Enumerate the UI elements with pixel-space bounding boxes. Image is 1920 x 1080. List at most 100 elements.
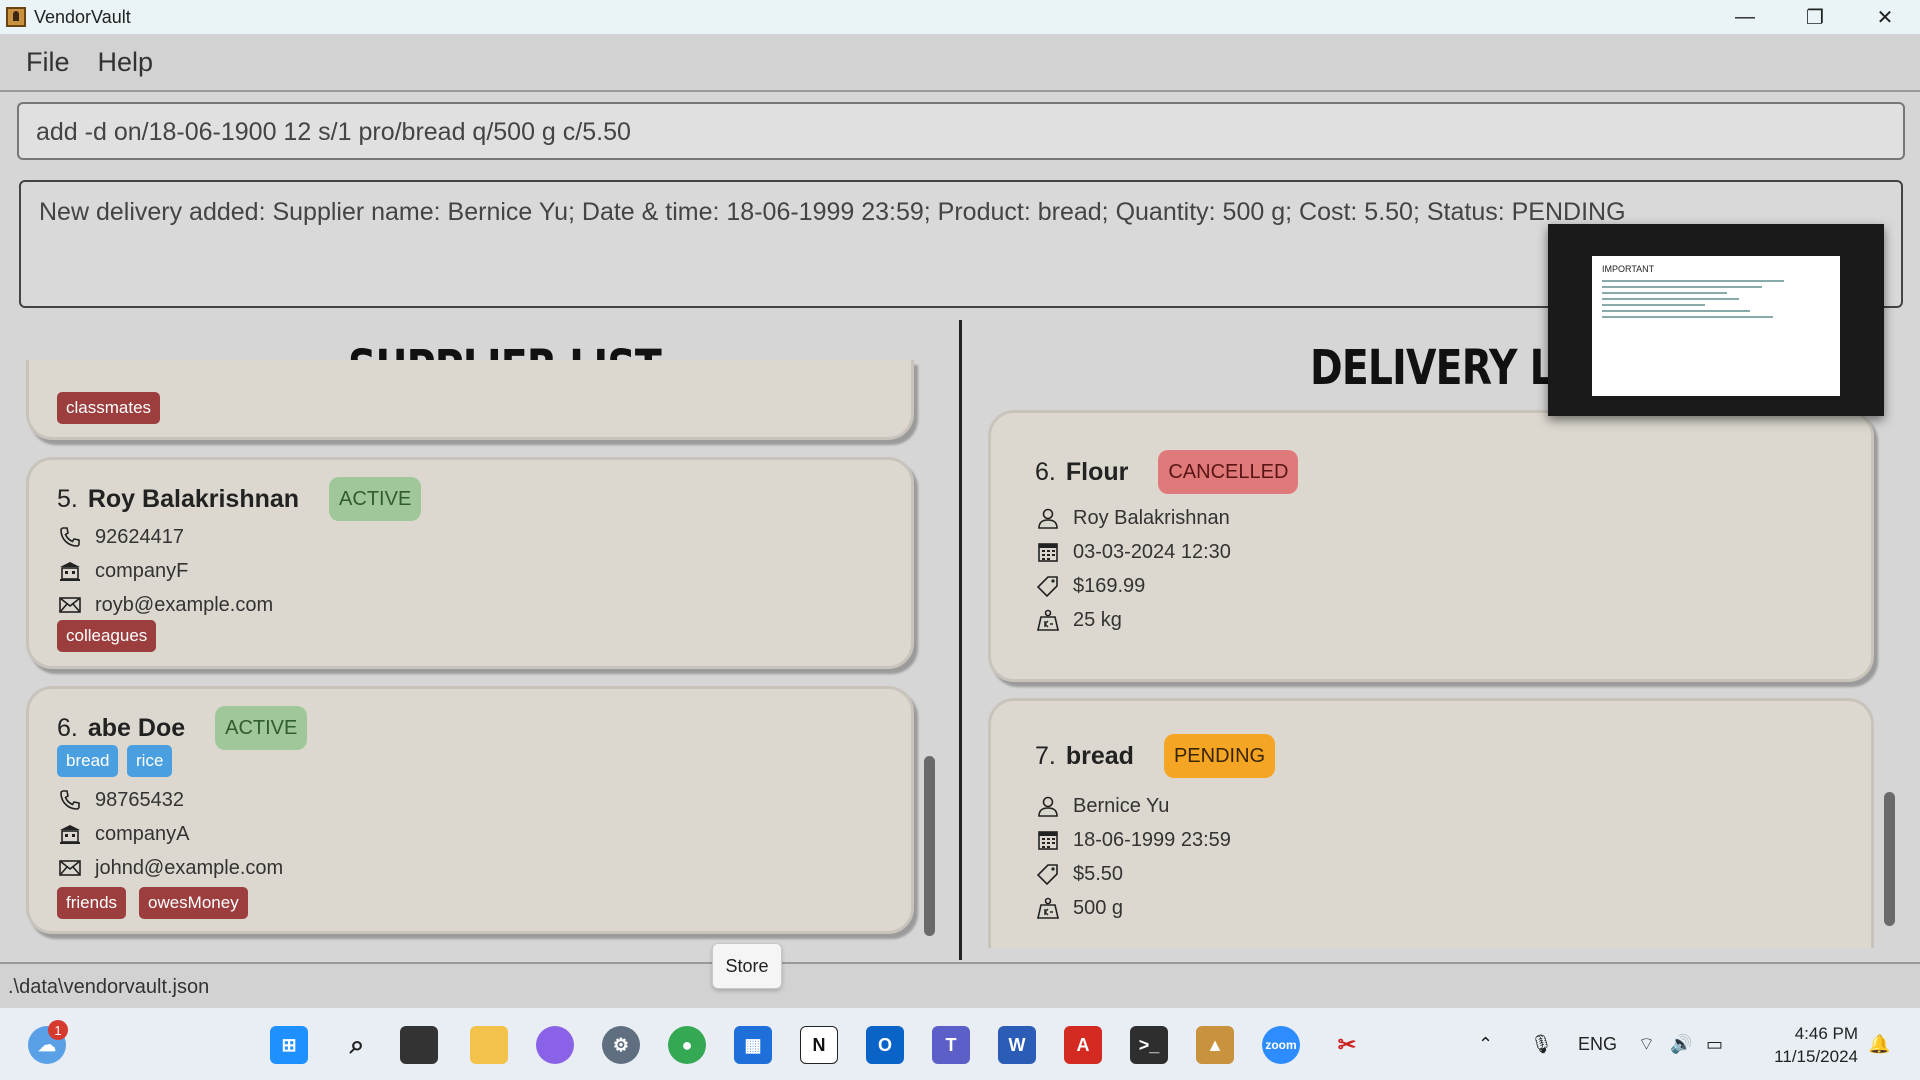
delivery-supplier: Bernice Yu xyxy=(1073,794,1170,817)
outlook-icon[interactable]: O xyxy=(866,1026,904,1064)
weight-icon xyxy=(1035,607,1061,633)
datetime-row: 18-06-1999 23:59 xyxy=(1035,827,1231,853)
supplier-name: abe Doe xyxy=(87,713,186,742)
cost-row: $5.50 xyxy=(1035,861,1123,887)
email-row: johnd@example.com xyxy=(57,855,283,881)
app-icon xyxy=(6,7,26,27)
menu-help[interactable]: Help xyxy=(98,47,154,78)
company-name: companyA xyxy=(95,822,190,845)
phone-icon xyxy=(57,787,83,813)
system-clock[interactable]: 4:46 PM 11/15/2024 xyxy=(1774,1022,1858,1068)
supplier-card[interactable]: 5. Roy Balakrishnan ACTIVE 92624417 comp… xyxy=(26,457,914,669)
battery-icon[interactable]: ▭ xyxy=(1706,1008,1723,1080)
envelope-icon xyxy=(57,855,83,881)
acrobat-icon[interactable]: A xyxy=(1064,1026,1102,1064)
product-tag: rice xyxy=(127,745,173,777)
snipping-tool-icon[interactable]: ✂ xyxy=(1328,1026,1366,1064)
volume-icon[interactable]: 🔊 xyxy=(1670,1008,1692,1080)
notion-icon[interactable]: N xyxy=(800,1026,838,1064)
zoom-icon[interactable]: zoom xyxy=(1262,1026,1300,1064)
weather-notification-badge: 1 xyxy=(48,1020,68,1040)
tag-badge: friends xyxy=(57,887,127,919)
calendar-icon xyxy=(1035,827,1061,853)
company-row: companyF xyxy=(57,558,188,584)
delivery-scrollbar[interactable] xyxy=(1884,792,1895,926)
tag-badge: owesMoney xyxy=(139,887,248,919)
tag-badge: colleagues xyxy=(57,620,157,652)
building-icon xyxy=(57,558,83,584)
close-button[interactable]: ✕ xyxy=(1850,0,1920,34)
email-address: royb@example.com xyxy=(95,593,274,616)
price-tag-icon xyxy=(1035,573,1061,599)
phone-icon xyxy=(57,524,83,550)
panel-divider xyxy=(959,320,962,960)
window-thumbnail-preview[interactable]: IMPORTANT xyxy=(1548,224,1884,416)
wifi-icon[interactable]: ⌔ xyxy=(1638,1008,1655,1080)
status-bar: .\data\vendorvault.json xyxy=(0,962,1920,1008)
person-icon xyxy=(1035,505,1061,531)
teams-icon[interactable]: T xyxy=(932,1026,970,1064)
window-title: VendorVault xyxy=(34,6,131,27)
supplier-scrollbar[interactable] xyxy=(924,756,935,936)
supplier-index: 5. xyxy=(57,484,78,513)
supplier-row: Bernice Yu xyxy=(1035,793,1169,819)
phone-row: 98765432 xyxy=(57,787,184,813)
command-input[interactable]: add -d on/18-06-1900 12 s/1 pro/bread q/… xyxy=(17,102,1905,160)
settings-icon[interactable]: ⚙ xyxy=(602,1026,640,1064)
store-icon[interactable]: ▦ xyxy=(734,1026,772,1064)
thumbnail-title: IMPORTANT xyxy=(1602,264,1655,274)
delivery-quantity: 25 kg xyxy=(1073,608,1122,631)
clock-time: 4:46 PM xyxy=(1794,1024,1858,1043)
delivery-index: 7. xyxy=(1035,741,1056,770)
store-tooltip: Store xyxy=(712,943,782,989)
tag-badge: classmates xyxy=(57,392,161,424)
delivery-card[interactable]: 7. bread PENDING Bernice Yu 18-06-1999 2… xyxy=(988,698,1874,948)
supplier-row: Roy Balakrishnan xyxy=(1035,505,1230,531)
building-icon xyxy=(57,821,83,847)
person-icon xyxy=(1035,793,1061,819)
maximize-button[interactable]: ❐ xyxy=(1780,0,1850,34)
supplier-index: 6. xyxy=(57,713,78,742)
supplier-card[interactable]: 6. abe Doe ACTIVE bread rice 98765432 co… xyxy=(26,686,914,934)
menu-file[interactable]: File xyxy=(26,47,70,78)
delivery-quantity: 500 g xyxy=(1073,896,1124,919)
task-view-icon[interactable] xyxy=(400,1026,438,1064)
chrome-icon[interactable]: ● xyxy=(668,1026,706,1064)
company-row: companyA xyxy=(57,821,190,847)
delivery-product: Flour xyxy=(1065,457,1129,486)
minimize-button[interactable]: — xyxy=(1710,0,1780,34)
calendar-icon xyxy=(1035,539,1061,565)
delivery-datetime: 18-06-1999 23:59 xyxy=(1073,828,1231,851)
delivery-card[interactable]: 6. Flour CANCELLED Roy Balakrishnan 03-0… xyxy=(988,410,1874,682)
phone-number: 92624417 xyxy=(95,525,184,548)
copilot-icon[interactable] xyxy=(536,1026,574,1064)
company-name: companyF xyxy=(95,559,189,582)
product-tag: bread xyxy=(57,745,119,777)
clock-date: 11/15/2024 xyxy=(1774,1047,1858,1066)
delivery-datetime: 03-03-2024 12:30 xyxy=(1073,540,1231,563)
supplier-card[interactable]: classmates xyxy=(26,360,914,440)
status-badge: ACTIVE xyxy=(329,477,422,521)
quantity-row: 500 g xyxy=(1035,895,1123,921)
title-bar: VendorVault — ❐ ✕ xyxy=(0,0,1920,34)
notification-bell-icon[interactable]: 🔔 xyxy=(1868,1008,1890,1080)
envelope-icon xyxy=(57,592,83,618)
microphone-icon[interactable]: 🎙 xyxy=(1530,1008,1553,1080)
language-indicator[interactable]: ENG xyxy=(1578,1008,1617,1080)
show-hidden-icons[interactable]: ⌃ xyxy=(1478,1008,1493,1080)
phone-row: 92624417 xyxy=(57,524,184,550)
menu-bar: File Help xyxy=(0,34,1920,92)
delivery-cost: $5.50 xyxy=(1073,862,1124,885)
word-icon[interactable]: W xyxy=(998,1026,1036,1064)
vendorvault-icon[interactable]: ▲ xyxy=(1196,1026,1234,1064)
start-icon[interactable]: ⊞ xyxy=(270,1026,308,1064)
taskbar: ☁ ⊞ ⌕ ⚙ ● ▦ N O T W A >_ ▲ zoom ✂ ⌃ 🎙 EN… xyxy=(0,1008,1920,1080)
search-icon[interactable]: ⌕ xyxy=(338,1026,376,1064)
save-file-path: .\data\vendorvault.json xyxy=(8,976,210,998)
thumbnail-slide: IMPORTANT xyxy=(1592,256,1840,396)
window-controls: — ❐ ✕ xyxy=(1710,0,1920,34)
file-explorer-icon[interactable] xyxy=(470,1026,508,1064)
terminal-icon[interactable]: >_ xyxy=(1130,1026,1168,1064)
delivery-supplier: Roy Balakrishnan xyxy=(1073,506,1230,529)
status-badge: PENDING xyxy=(1163,734,1276,778)
